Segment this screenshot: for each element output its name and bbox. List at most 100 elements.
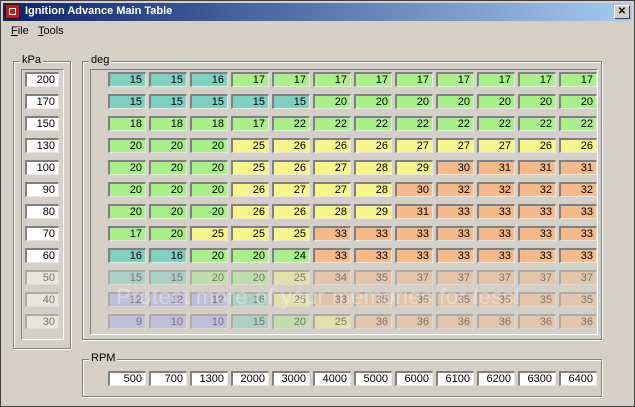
deg-cell[interactable]: 20 [354,94,392,109]
rpm-cell[interactable]: 6300 [518,371,556,386]
deg-cell[interactable]: 33 [354,226,392,241]
deg-cell[interactable]: 15 [231,314,269,329]
deg-cell[interactable]: 20 [231,248,269,263]
deg-cell[interactable]: 16 [108,248,146,263]
deg-cell[interactable]: 26 [272,138,310,153]
deg-cell[interactable]: 37 [477,270,515,285]
deg-cell[interactable]: 33 [436,248,474,263]
deg-cell[interactable]: 25 [231,226,269,241]
kpa-cell[interactable]: 170 [25,94,59,109]
deg-cell[interactable]: 27 [436,138,474,153]
deg-cell[interactable]: 33 [477,226,515,241]
deg-cell[interactable]: 32 [559,182,597,197]
deg-cell[interactable]: 9 [108,314,146,329]
deg-cell[interactable]: 33 [313,248,351,263]
deg-cell[interactable]: 36 [354,314,392,329]
deg-cell[interactable]: 33 [477,204,515,219]
deg-cell[interactable]: 29 [395,160,433,175]
deg-cell[interactable]: 33 [477,248,515,263]
close-button[interactable]: ✕ [614,5,630,19]
deg-cell[interactable]: 33 [518,226,556,241]
deg-cell[interactable]: 20 [149,226,187,241]
deg-cell[interactable]: 26 [231,204,269,219]
deg-cell[interactable]: 33 [559,204,597,219]
deg-cell[interactable]: 25 [231,138,269,153]
deg-cell[interactable]: 20 [190,270,228,285]
deg-cell[interactable]: 17 [477,72,515,87]
deg-cell[interactable]: 17 [272,72,310,87]
deg-cell[interactable]: 20 [108,182,146,197]
deg-cell[interactable]: 26 [518,138,556,153]
deg-cell[interactable]: 15 [231,94,269,109]
deg-cell[interactable]: 26 [354,138,392,153]
deg-cell[interactable]: 32 [477,182,515,197]
deg-cell[interactable]: 22 [354,116,392,131]
kpa-cell[interactable]: 150 [25,116,59,131]
deg-cell[interactable]: 20 [190,138,228,153]
deg-cell[interactable]: 37 [436,270,474,285]
rpm-cell[interactable]: 6400 [559,371,597,386]
deg-cell[interactable]: 15 [108,94,146,109]
deg-cell[interactable]: 32 [436,182,474,197]
deg-cell[interactable]: 17 [313,72,351,87]
deg-cell[interactable]: 27 [313,182,351,197]
deg-cell[interactable]: 20 [149,138,187,153]
deg-cell[interactable]: 20 [313,94,351,109]
deg-cell[interactable]: 25 [231,160,269,175]
deg-cell[interactable]: 30 [395,182,433,197]
deg-cell[interactable]: 25 [190,226,228,241]
deg-cell[interactable]: 25 [272,226,310,241]
deg-cell[interactable]: 22 [395,116,433,131]
menu-tools[interactable]: Tools [38,25,64,37]
deg-cell[interactable]: 22 [477,116,515,131]
deg-cell[interactable]: 15 [108,270,146,285]
deg-cell[interactable]: 22 [313,116,351,131]
deg-cell[interactable]: 20 [149,160,187,175]
deg-cell[interactable]: 20 [559,94,597,109]
deg-cell[interactable]: 26 [559,138,597,153]
deg-cell[interactable]: 18 [190,116,228,131]
rpm-cell[interactable]: 1300 [190,371,228,386]
deg-cell[interactable]: 33 [313,226,351,241]
deg-cell[interactable]: 20 [518,94,556,109]
deg-cell[interactable]: 28 [354,182,392,197]
deg-cell[interactable]: 37 [395,270,433,285]
deg-cell[interactable]: 20 [149,204,187,219]
deg-cell[interactable]: 17 [231,116,269,131]
deg-cell[interactable]: 31 [559,160,597,175]
deg-cell[interactable]: 27 [477,138,515,153]
deg-cell[interactable]: 16 [190,72,228,87]
deg-cell[interactable]: 26 [313,138,351,153]
deg-cell[interactable]: 20 [395,94,433,109]
deg-cell[interactable]: 20 [149,182,187,197]
deg-cell[interactable]: 33 [395,248,433,263]
deg-cell[interactable]: 25 [313,314,351,329]
deg-cell[interactable]: 27 [313,160,351,175]
rpm-cell[interactable]: 4000 [313,371,351,386]
deg-cell[interactable]: 20 [190,160,228,175]
deg-cell[interactable]: 31 [477,160,515,175]
deg-cell[interactable]: 20 [108,204,146,219]
deg-cell[interactable]: 26 [272,204,310,219]
deg-cell[interactable]: 22 [559,116,597,131]
deg-cell[interactable]: 33 [354,248,392,263]
deg-cell[interactable]: 20 [190,182,228,197]
deg-cell[interactable]: 33 [559,226,597,241]
deg-cell[interactable]: 29 [354,204,392,219]
rpm-cell[interactable]: 500 [108,371,146,386]
deg-cell[interactable]: 37 [559,270,597,285]
deg-cell[interactable]: 26 [272,160,310,175]
deg-cell[interactable]: 15 [272,94,310,109]
deg-cell[interactable]: 20 [108,138,146,153]
deg-cell[interactable]: 32 [518,182,556,197]
deg-cell[interactable]: 36 [477,314,515,329]
deg-cell[interactable]: 35 [354,270,392,285]
kpa-cell[interactable]: 50 [25,270,59,285]
rpm-cell[interactable]: 6200 [477,371,515,386]
deg-cell[interactable]: 37 [518,270,556,285]
deg-cell[interactable]: 25 [272,270,310,285]
deg-cell[interactable]: 27 [272,182,310,197]
kpa-cell[interactable]: 80 [25,204,59,219]
deg-cell[interactable]: 31 [395,204,433,219]
deg-cell[interactable]: 33 [518,204,556,219]
